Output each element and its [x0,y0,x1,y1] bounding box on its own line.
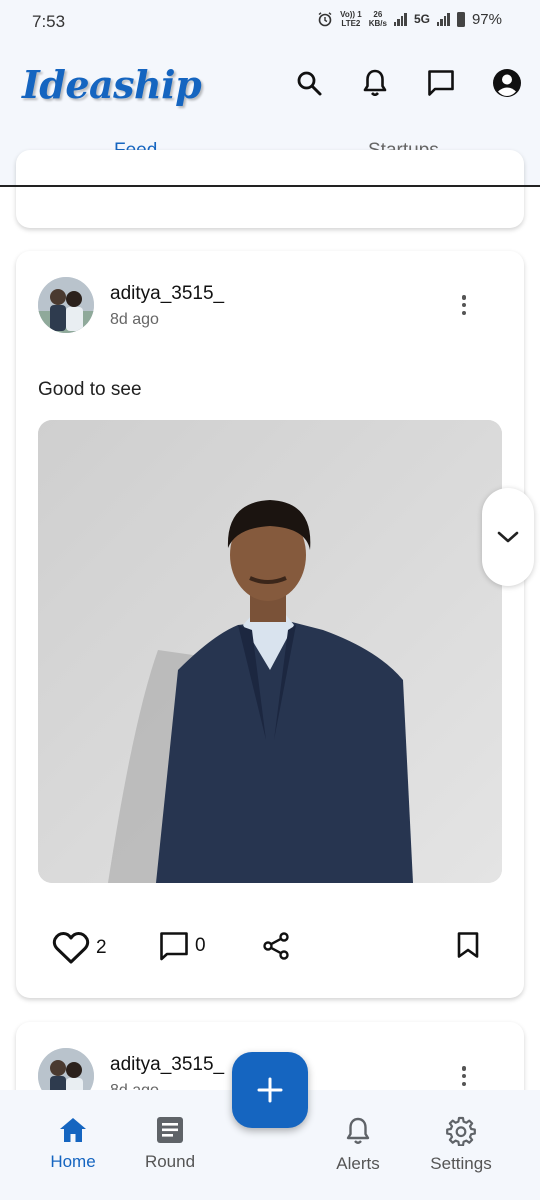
scroll-down-button[interactable] [482,488,534,586]
avatar[interactable] [38,277,94,333]
post-username[interactable]: aditya_3515_ [110,283,224,305]
status-indicators: Vo)) 1 LTE2 26 KB/s 5G 97% [317,10,502,28]
chevron-down-icon [497,531,519,543]
more-options-icon[interactable] [454,1063,474,1089]
battery-level: 97% [471,10,502,28]
share-icon [263,932,289,960]
status-bar: 7:53 Vo)) 1 LTE2 26 KB/s 5G 97% [0,0,540,44]
bell-icon [346,1117,370,1144]
article-icon [157,1117,183,1143]
comment-icon [160,932,188,961]
comment-count: 0 [195,935,206,956]
post-text: Good to see [38,379,142,400]
more-options-icon[interactable] [454,292,474,318]
like-count: 2 [96,937,107,958]
gear-icon [446,1116,476,1146]
battery-icon [456,11,465,27]
post-username[interactable]: aditya_3515_ [110,1054,224,1076]
post-timestamp: 8d ago [110,311,159,328]
bookmark-button[interactable] [456,931,480,959]
nav-alerts[interactable]: Alerts [308,1116,408,1174]
nav-settings[interactable]: Settings [411,1116,511,1174]
header-divider [0,185,540,187]
bookmark-icon [457,932,479,958]
comment-button[interactable]: 0 [159,931,206,961]
post-card: aditya_3515_ 8d ago Good to see 2 0 [16,251,524,998]
search-icon[interactable] [292,66,326,100]
app-logo: Ideaship [22,62,202,107]
home-icon [60,1118,86,1142]
signal-icon-2 [436,12,450,26]
like-button[interactable]: 2 [52,931,107,965]
create-post-button[interactable] [232,1052,308,1128]
status-time: 7:53 [32,12,66,31]
nav-round[interactable]: Round [120,1116,220,1172]
post-image[interactable] [38,420,502,883]
network-speed: 26 KB/s [368,10,387,28]
nav-home[interactable]: Home [23,1116,123,1172]
heart-icon [52,932,90,964]
chat-icon[interactable] [424,66,458,100]
plus-icon [257,1077,283,1103]
bell-icon[interactable] [358,66,392,100]
share-button[interactable] [261,931,291,961]
volte-indicator: Vo)) 1 LTE2 [340,10,362,28]
signal-icon [393,12,407,26]
previous-post-card [16,150,524,228]
network-type: 5G [413,12,430,26]
alarm-icon [318,12,332,27]
account-icon[interactable] [490,66,524,100]
